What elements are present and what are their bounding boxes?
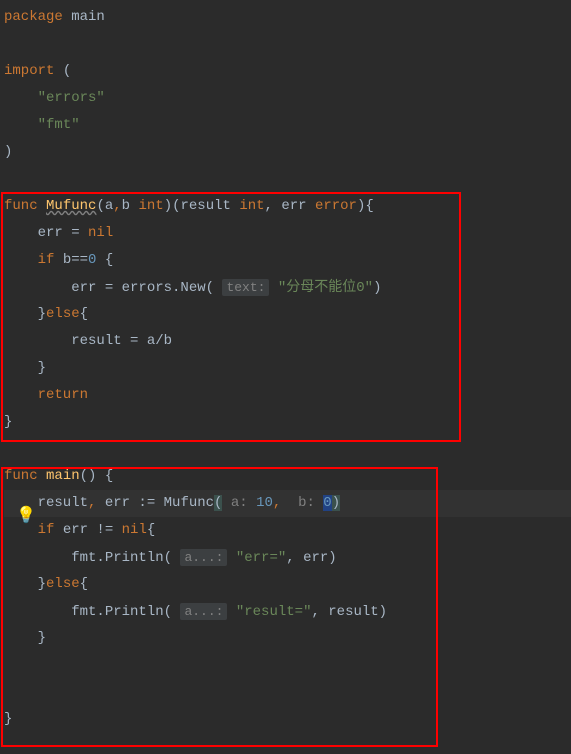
sig: ){ <box>357 198 374 214</box>
code-line[interactable]: fmt.Println( a...: "err=", err) <box>4 544 571 571</box>
code-line[interactable]: err = errors.New( text: "分母不能位0") <box>4 274 571 301</box>
text: , err) <box>286 550 336 566</box>
code-line[interactable] <box>4 31 571 58</box>
string-errors: "errors" <box>38 90 105 106</box>
string-result: "result=" <box>227 604 311 620</box>
code-line[interactable]: "errors" <box>4 85 571 112</box>
cond: err != <box>54 522 121 538</box>
code-line[interactable]: func main() { <box>4 463 571 490</box>
code-line-current[interactable]: result, err := Mufunc( a: 10, b: 0) <box>4 490 571 517</box>
package-name: main <box>71 9 105 25</box>
brace: { <box>80 306 88 322</box>
sig: b <box>122 198 139 214</box>
keyword-if: if <box>4 252 54 268</box>
paren: ( <box>63 63 71 79</box>
code-line[interactable]: } <box>4 355 571 382</box>
paren: ) <box>4 144 12 160</box>
code-line[interactable]: ) <box>4 139 571 166</box>
param-hint-b: b: <box>281 495 323 511</box>
code-line[interactable]: import ( <box>4 58 571 85</box>
code-line[interactable]: "fmt" <box>4 112 571 139</box>
code-line[interactable]: } <box>4 706 571 733</box>
brace: { <box>147 522 155 538</box>
keyword-package: package <box>4 9 63 25</box>
code-line[interactable]: }else{ <box>4 571 571 598</box>
param-hint-a: a: <box>222 495 256 511</box>
keyword-return: return <box>4 387 88 403</box>
func-name-main: main <box>38 468 80 484</box>
text: fmt.Println( <box>4 604 180 620</box>
brace: } <box>4 360 46 376</box>
number-10: 10 <box>256 495 273 511</box>
code-line[interactable] <box>4 652 571 679</box>
brace: } <box>4 306 46 322</box>
sig: )(result <box>164 198 240 214</box>
keyword-import: import <box>4 63 54 79</box>
keyword-else: else <box>46 576 80 592</box>
paren-match: ) <box>332 495 340 511</box>
type-error: error <box>315 198 357 214</box>
param-hint-a: a...: <box>180 603 227 620</box>
sig: , err <box>265 198 315 214</box>
code-line[interactable]: if b==0 { <box>4 247 571 274</box>
string-divzero: "分母不能位0" <box>269 280 373 296</box>
code-line[interactable]: }else{ <box>4 301 571 328</box>
keyword-nil: nil <box>122 522 147 538</box>
text: err = <box>4 225 88 241</box>
keyword-func: func <box>4 198 38 214</box>
code-line[interactable]: return <box>4 382 571 409</box>
keyword-func: func <box>4 468 38 484</box>
string-err: "err=" <box>227 550 286 566</box>
sig: () { <box>80 468 114 484</box>
code-editor[interactable]: package main import ( "errors" "fmt" ) f… <box>0 0 571 737</box>
keyword-nil: nil <box>88 225 113 241</box>
cond: b== <box>54 252 88 268</box>
type-int: int <box>138 198 163 214</box>
code-line[interactable] <box>4 436 571 463</box>
number-0-selected: 0 <box>323 495 331 511</box>
text: , result) <box>311 604 387 620</box>
param-hint-a: a...: <box>180 549 227 566</box>
comma: , <box>88 495 105 511</box>
string-fmt: "fmt" <box>38 117 80 133</box>
text: err = errors.New( <box>4 280 222 296</box>
code-line[interactable]: } <box>4 409 571 436</box>
brace: { <box>80 576 88 592</box>
brace: } <box>4 414 12 430</box>
brace: } <box>4 711 12 727</box>
code-line[interactable]: err = nil <box>4 220 571 247</box>
sig: (a <box>96 198 113 214</box>
brace: } <box>4 630 46 646</box>
code-line[interactable]: fmt.Println( a...: "result=", result) <box>4 598 571 625</box>
code-line[interactable] <box>4 679 571 706</box>
keyword-else: else <box>46 306 80 322</box>
code-line[interactable]: package main <box>4 4 571 31</box>
paren: ) <box>373 280 381 296</box>
text: err := Mufunc <box>105 495 214 511</box>
code-line[interactable]: result = a/b <box>4 328 571 355</box>
func-name-mufunc: Mufunc <box>46 198 96 214</box>
code-line[interactable]: func Mufunc(a,b int)(result int, err err… <box>4 193 571 220</box>
code-line[interactable]: if err != nil{ <box>4 517 571 544</box>
code-line[interactable]: } <box>4 625 571 652</box>
comma: , <box>113 198 121 214</box>
brace: } <box>4 576 46 592</box>
brace: { <box>96 252 113 268</box>
code-line[interactable] <box>4 166 571 193</box>
type-int: int <box>239 198 264 214</box>
text: result = a/b <box>4 333 172 349</box>
param-hint-text: text: <box>222 279 269 296</box>
text: fmt.Println( <box>4 550 180 566</box>
lightbulb-icon[interactable]: 💡 <box>16 503 36 530</box>
